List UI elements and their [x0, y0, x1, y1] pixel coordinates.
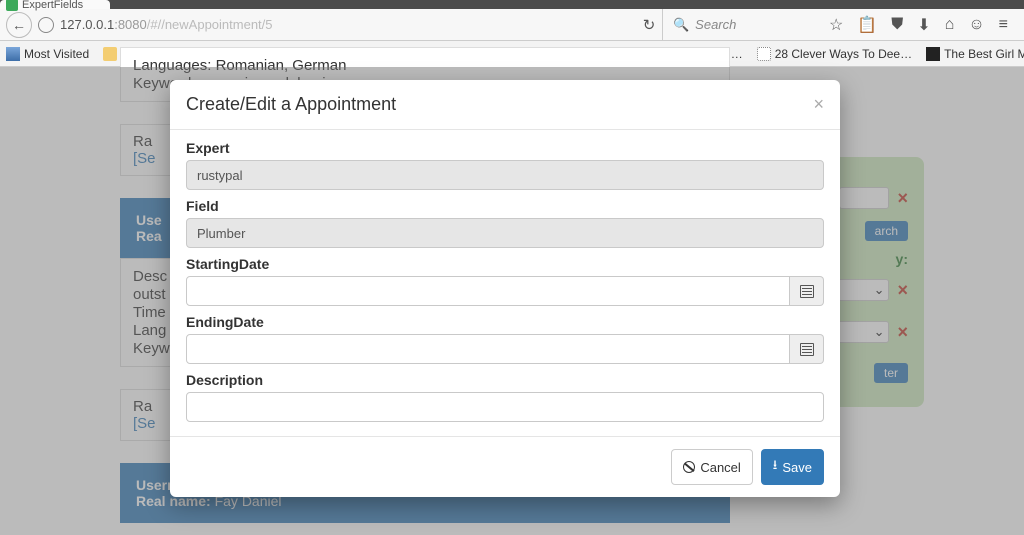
modal-title: Create/Edit a Appointment — [186, 94, 396, 115]
startdate-label: StartingDate — [186, 256, 824, 272]
save-button[interactable]: ⭳ Save — [761, 449, 824, 485]
enddate-label: EndingDate — [186, 314, 824, 330]
most-visited-icon — [6, 47, 20, 61]
folder-icon — [103, 47, 117, 61]
bookmark-item[interactable]: Most Visited — [6, 47, 89, 61]
close-icon[interactable]: × — [813, 94, 824, 115]
enddate-picker-button[interactable] — [790, 334, 824, 364]
clipboard-icon[interactable]: 📋 — [857, 15, 877, 35]
appointment-modal: Create/Edit a Appointment × Expert Field… — [170, 80, 840, 497]
globe-icon — [38, 17, 54, 33]
expert-input — [186, 160, 824, 190]
description-input[interactable] — [186, 392, 824, 422]
search-placeholder: Search — [695, 17, 736, 32]
site-icon — [926, 47, 940, 61]
description-label: Description — [186, 372, 824, 388]
site-icon — [757, 47, 771, 61]
home-icon[interactable]: ⌂ — [945, 16, 955, 34]
address-bar: ← 127.0.0.1:8080/#//newAppointment/5 ↻ 🔍… — [0, 9, 1024, 41]
calendar-icon — [800, 343, 814, 356]
nav-back-button[interactable]: ← — [6, 12, 32, 38]
startdate-picker-button[interactable] — [790, 276, 824, 306]
browser-tab[interactable]: ExpertFields — [0, 0, 110, 9]
enddate-input[interactable] — [186, 334, 790, 364]
url-display[interactable]: 127.0.0.1:8080/#//newAppointment/5 — [60, 17, 490, 32]
tab-favicon-icon — [6, 0, 18, 11]
tab-title: ExpertFields — [22, 0, 83, 11]
smile-icon[interactable]: ☺ — [968, 16, 984, 34]
search-icon: 🔍 — [673, 17, 689, 33]
cancel-icon — [683, 461, 695, 473]
cancel-button[interactable]: Cancel — [671, 449, 752, 485]
calendar-icon — [800, 285, 814, 298]
field-input — [186, 218, 824, 248]
expert-label: Expert — [186, 140, 824, 156]
save-icon: ⭳ — [773, 456, 778, 478]
field-label: Field — [186, 198, 824, 214]
startdate-input[interactable] — [186, 276, 790, 306]
star-icon[interactable]: ☆ — [829, 15, 843, 35]
menu-icon[interactable]: ≡ — [999, 16, 1008, 34]
reload-button[interactable]: ↻ — [636, 16, 662, 34]
bookmark-item[interactable]: The Best Girl Movies: 2… — [926, 47, 1024, 61]
download-icon[interactable]: ⬇ — [917, 15, 930, 35]
tab-strip: ExpertFields — [0, 0, 1024, 9]
browser-search[interactable]: 🔍 Search — [662, 9, 819, 40]
bookmark-item[interactable]: 28 Clever Ways To Dee… — [757, 47, 912, 61]
pocket-icon[interactable]: ⛊ — [891, 16, 903, 34]
